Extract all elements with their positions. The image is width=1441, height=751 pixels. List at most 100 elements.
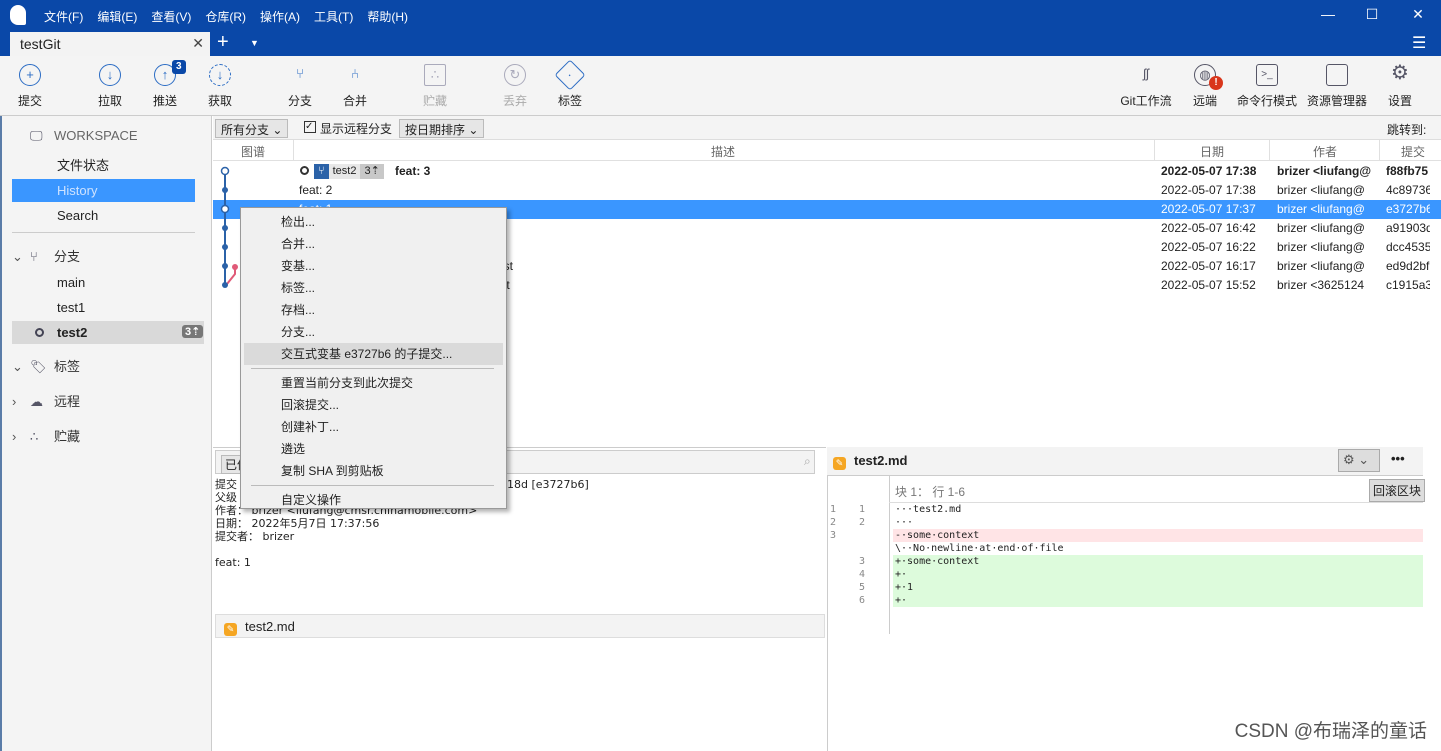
- old-line-number: 3: [830, 530, 837, 541]
- context-menu-item[interactable]: 重置当前分支到此次提交: [244, 372, 503, 394]
- stash-button[interactable]: ∴ 贮藏: [405, 64, 465, 109]
- context-menu-item[interactable]: 遴选: [244, 438, 503, 460]
- tag-icon: 🏷: [30, 359, 47, 374]
- stashes-header[interactable]: › ∴ 贮藏: [12, 426, 80, 445]
- context-menu-item[interactable]: 检出...: [244, 211, 503, 233]
- commit-hash-text: 18d [e3727b6]: [507, 478, 589, 491]
- menu-edit[interactable]: 编辑(E): [97, 8, 137, 25]
- repo-tab[interactable]: testGit ✕: [10, 32, 210, 56]
- push-count-badge: 3: [172, 60, 186, 74]
- context-menu: 检出... 合并... 变基... 标签... 存档... 分支... 交互式变基 e372…: [240, 207, 507, 509]
- context-menu-item[interactable]: 存档...: [244, 299, 503, 321]
- context-menu-item[interactable]: 复制 SHA 到剪贴板: [244, 460, 503, 482]
- discard-button[interactable]: ↻ 丢弃: [485, 64, 545, 109]
- col-author[interactable]: 作者: [1313, 143, 1337, 160]
- settings-button[interactable]: ⚙ 设置: [1370, 62, 1430, 109]
- tab-title: testGit: [20, 36, 61, 52]
- push-button[interactable]: ↑ 3 推送: [135, 60, 195, 109]
- commit-row[interactable]: feat: 3 2022-05-07 17:38 brizer <liufang@ f…: [213, 162, 1441, 181]
- branch-button[interactable]: ⑂ 分支: [270, 64, 330, 109]
- maximize-button[interactable]: ☐: [1362, 6, 1382, 23]
- menu-help[interactable]: 帮助(H): [367, 8, 408, 25]
- sort-dropdown[interactable]: 按日期排序 ⌄: [399, 119, 485, 138]
- branches-header[interactable]: ⌄ ⑂ 分支: [12, 246, 80, 265]
- folder-icon: [1326, 64, 1348, 86]
- col-description[interactable]: 描述: [711, 143, 735, 160]
- diff-line: 2 2 ···: [827, 516, 1423, 529]
- branch-tag-test2[interactable]: ⑂ test2 3⇡: [314, 164, 384, 179]
- commit-hash: a91903d: [1386, 221, 1430, 235]
- show-remote-checkbox[interactable]: ✓: [304, 121, 316, 133]
- context-menu-item[interactable]: 自定义操作: [244, 489, 503, 511]
- col-graph[interactable]: 图谱: [241, 143, 265, 160]
- minimize-button[interactable]: —: [1318, 6, 1338, 22]
- commit-button[interactable]: + 提交: [0, 64, 60, 109]
- divider: [12, 232, 195, 233]
- diff-line-text: +·: [893, 594, 1423, 607]
- gear-icon: ⚙: [1391, 62, 1409, 84]
- diff-line-text: ···test2.md: [895, 504, 962, 515]
- merge-icon: ⑃: [351, 66, 359, 81]
- discard-icon: ↻: [504, 64, 526, 86]
- tag-icon: ·: [554, 59, 586, 91]
- menu-view[interactable]: 查看(V): [151, 8, 191, 25]
- tags-header[interactable]: ⌄ 🏷 标签: [12, 356, 80, 375]
- sidebar: 🖵 WORKSPACE 文件状态 History Search ⌄ ⑂ 分支 main…: [0, 116, 212, 751]
- diff-header: ✎ test2.md ⚙ ⌄ •••: [827, 447, 1423, 476]
- menu-separator: [251, 368, 494, 369]
- commit-hash: c1915a3: [1386, 278, 1430, 292]
- branch-filter-dropdown[interactable]: 所有分支 ⌄: [215, 119, 289, 138]
- changed-file-item[interactable]: ✎ test2.md: [215, 614, 825, 638]
- commit-hash: e3727b6: [1386, 202, 1430, 216]
- context-menu-item[interactable]: 回滚提交...: [244, 394, 503, 416]
- commit-author: brizer <liufang@: [1277, 164, 1372, 178]
- commit-row[interactable]: feat: 2 2022-05-07 17:38 brizer <liufang@ 4…: [213, 181, 1441, 200]
- menu-file[interactable]: 文件(F): [44, 8, 83, 25]
- old-line-number: 1: [830, 504, 837, 515]
- git-flow-button[interactable]: ʃʃ Git工作流: [1116, 64, 1176, 109]
- new-tab-button[interactable]: +: [217, 31, 229, 54]
- app-logo-icon: [10, 5, 26, 25]
- jump-to-label[interactable]: 跳转到:: [1387, 121, 1426, 138]
- revert-hunk-button[interactable]: 回滚区块: [1369, 479, 1426, 502]
- menu-tools[interactable]: 工具(T): [314, 8, 353, 25]
- tab-dropdown-icon[interactable]: ▼: [250, 38, 259, 48]
- sidebar-item-file-status[interactable]: 文件状态: [12, 154, 195, 177]
- menu-action[interactable]: 操作(A): [260, 8, 300, 25]
- sidebar-item-search[interactable]: Search: [12, 204, 195, 227]
- more-options-icon[interactable]: •••: [1391, 451, 1405, 466]
- diff-settings-button[interactable]: ⚙ ⌄: [1338, 449, 1380, 472]
- hamburger-menu-icon[interactable]: ☰: [1412, 33, 1426, 53]
- fetch-button[interactable]: ↓ 获取: [190, 64, 250, 109]
- col-commit[interactable]: 提交: [1401, 143, 1425, 160]
- sidebar-item-history[interactable]: History: [12, 179, 195, 202]
- branch-main[interactable]: main: [12, 271, 195, 294]
- context-menu-item[interactable]: 变基...: [244, 255, 503, 277]
- search-icon[interactable]: ⌕: [804, 454, 811, 469]
- pull-button[interactable]: ↓ 拉取: [80, 64, 140, 109]
- commit-author: brizer <liufang@: [1277, 259, 1365, 273]
- diff-line: 1 1 ···test2.md: [827, 503, 1423, 516]
- explorer-button[interactable]: 资源管理器: [1303, 64, 1371, 109]
- context-menu-item[interactable]: 交互式变基 e3727b6 的子提交...: [244, 343, 503, 365]
- new-line-number: 6: [859, 595, 866, 606]
- close-tab-icon[interactable]: ✕: [192, 35, 204, 52]
- remote-button[interactable]: ◍! 远端: [1175, 64, 1235, 109]
- diff-line: \··No·newline·at·end·of·file: [827, 542, 1423, 555]
- commit-date: 2022-05-07 17:37: [1161, 202, 1256, 216]
- merge-button[interactable]: ⑃ 合并: [325, 64, 385, 109]
- diff-line-text: +·some·context: [893, 555, 1423, 568]
- tag-button[interactable]: · 标签: [540, 59, 600, 109]
- new-line-number: 3: [859, 556, 866, 567]
- context-menu-item[interactable]: 合并...: [244, 233, 503, 255]
- terminal-button[interactable]: >_ 命令行模式: [1235, 64, 1299, 109]
- context-menu-item[interactable]: 分支...: [244, 321, 503, 343]
- col-date[interactable]: 日期: [1200, 143, 1224, 160]
- git-flow-icon: ʃʃ: [1143, 66, 1149, 81]
- remotes-header[interactable]: › ☁ 远程: [12, 391, 80, 410]
- menu-repo[interactable]: 仓库(R): [205, 8, 246, 25]
- context-menu-item[interactable]: 创建补丁...: [244, 416, 503, 438]
- close-window-button[interactable]: ✕: [1408, 6, 1428, 23]
- context-menu-item[interactable]: 标签...: [244, 277, 503, 299]
- branch-test1[interactable]: test1: [12, 296, 195, 319]
